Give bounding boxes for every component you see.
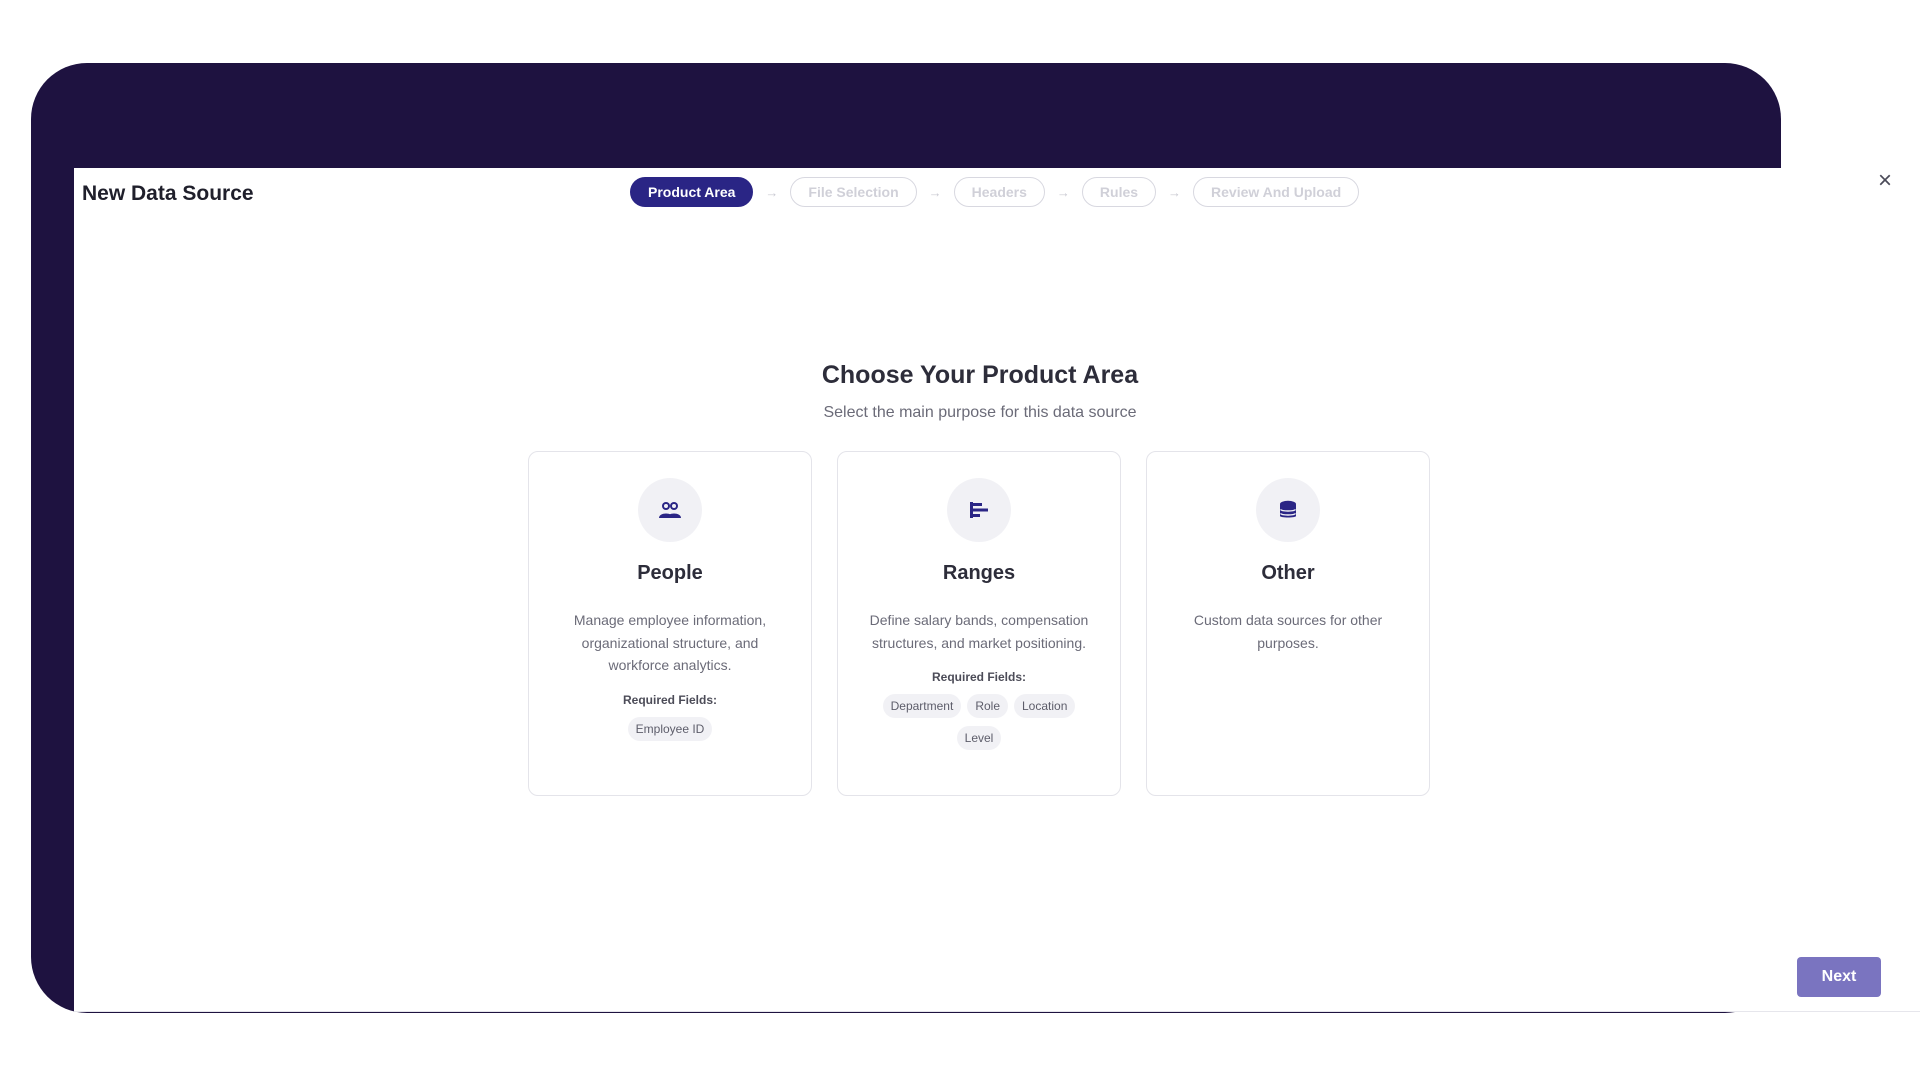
arrow-right-icon: → — [1056, 184, 1070, 200]
heading-section: Choose Your Product Area Select the main… — [74, 361, 1886, 422]
card-people[interactable]: People Manage employee information, orga… — [528, 451, 812, 796]
close-icon[interactable]: × — [1872, 168, 1898, 194]
required-fields-label: Required Fields: — [622, 692, 717, 707]
field-tag: Location — [1014, 694, 1076, 718]
field-tag: Level — [956, 726, 1002, 750]
field-tag: Role — [967, 694, 1008, 718]
arrow-right-icon: → — [1168, 184, 1182, 200]
step-headers[interactable]: Headers — [953, 177, 1045, 207]
field-tag: Employee ID — [627, 716, 713, 741]
required-fields: Department Role Location Level — [838, 694, 1120, 750]
step-file-selection[interactable]: File Selection — [790, 177, 917, 207]
step-rules[interactable]: Rules — [1081, 177, 1157, 207]
card-description: Manage employee information, organizatio… — [573, 612, 767, 673]
card-ranges[interactable]: Ranges Define salary bands, compensation… — [837, 451, 1121, 796]
card-title: People — [637, 562, 703, 584]
card-description: Custom data sources for other purposes. — [1193, 612, 1383, 651]
card-title: Ranges — [942, 562, 1016, 584]
required-fields-label: Required Fields: — [931, 670, 1026, 684]
arrow-right-icon: → — [765, 184, 779, 200]
modal-panel: New Data Source Product Area → File Sele… — [74, 168, 1920, 1012]
database-icon — [1256, 478, 1320, 542]
page-heading: Choose Your Product Area — [821, 361, 1139, 389]
page-subheading: Select the main purpose for this data so… — [823, 404, 1137, 421]
ranges-icon — [947, 478, 1011, 542]
card-other[interactable]: Other Custom data sources for other purp… — [1146, 451, 1430, 796]
next-button[interactable]: Next — [1797, 957, 1881, 997]
arrow-right-icon: → — [928, 184, 942, 200]
field-tag: Department — [882, 694, 962, 718]
required-fields: Employee ID — [588, 716, 753, 741]
step-review-and-upload[interactable]: Review And Upload — [1193, 177, 1360, 207]
card-description: Define salary bands, compensation struct… — [869, 612, 1089, 651]
product-area-cards: People Manage employee information, orga… — [528, 451, 1430, 796]
card-title: Other — [1261, 562, 1315, 584]
modal-title: New Data Source — [82, 182, 254, 205]
stepper: Product Area → File Selection → Headers … — [630, 177, 1360, 207]
step-product-area[interactable]: Product Area — [630, 177, 754, 207]
people-icon — [638, 478, 702, 542]
